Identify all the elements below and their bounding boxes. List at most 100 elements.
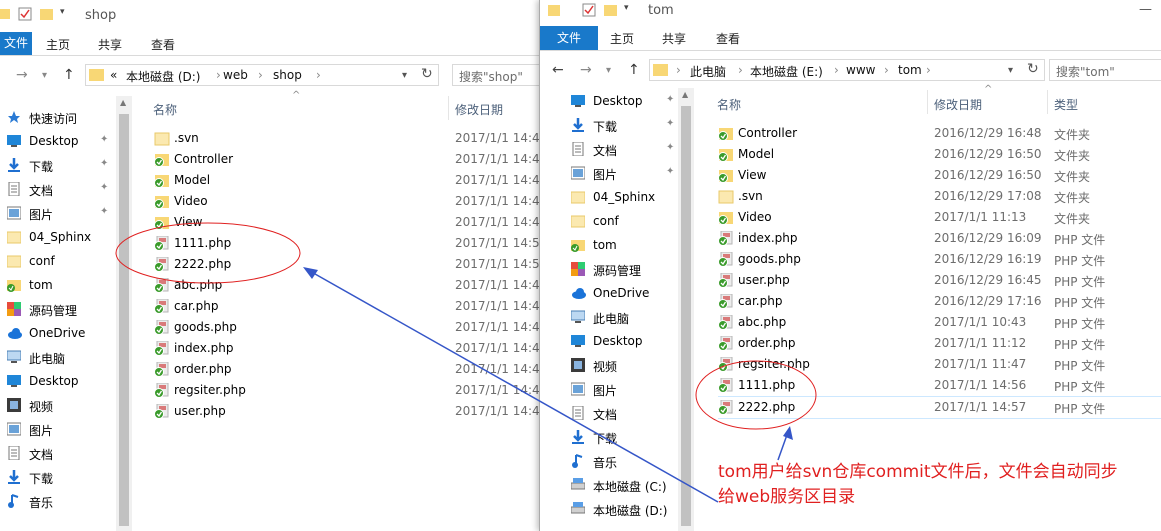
breadcrumb-drive-e[interactable]: 本地磁盘 (E:)	[750, 63, 823, 80]
sidebar-item[interactable]: 图片	[540, 378, 678, 400]
file-row[interactable]: 2222.php 2017/1/1 14:57 PHP 文件	[718, 396, 1161, 419]
sidebar-item[interactable]: 文档	[0, 442, 116, 464]
search-input[interactable]: 搜索"shop"	[452, 64, 540, 86]
breadcrumb-shop[interactable]: shop	[273, 68, 302, 82]
sidebar-item[interactable]: 下载	[0, 466, 116, 488]
sidebar-item[interactable]: 音乐	[540, 450, 678, 472]
quick-access-toolbar-icon[interactable]	[0, 7, 14, 21]
pin-icon[interactable]: ✦	[100, 158, 108, 169]
file-row[interactable]: Video 2017/1/1 11:13 文件夹	[718, 207, 1161, 228]
file-row[interactable]: abc.php 2017/1/1 10:43 PHP 文件	[718, 312, 1161, 333]
sidebar-item[interactable]: tom	[540, 234, 678, 256]
properties-icon[interactable]	[18, 7, 32, 21]
pin-icon[interactable]: ✦	[100, 182, 108, 193]
sidebar-item[interactable]: 视频	[540, 354, 678, 376]
file-row[interactable]: regsiter.php 2017/1/1 14:49	[154, 380, 540, 401]
tab-view[interactable]: 查看	[716, 30, 740, 47]
sidebar-item[interactable]: 文档 ✦	[0, 178, 116, 200]
sidebar-item[interactable]: 下载 ✦	[540, 114, 678, 136]
file-row[interactable]: car.php 2017/1/1 14:49	[154, 296, 540, 317]
sidebar-item[interactable]: 此电脑	[0, 346, 116, 368]
file-row[interactable]: goods.php 2017/1/1 14:49	[154, 317, 540, 338]
sidebar-item[interactable]: OneDrive	[0, 322, 116, 344]
breadcrumb-web[interactable]: web	[223, 68, 248, 82]
address-history-chevron-down-icon[interactable]: ▾	[1008, 65, 1013, 76]
tab-view[interactable]: 查看	[151, 36, 175, 53]
column-header-name[interactable]: 名称	[153, 101, 177, 118]
search-input[interactable]: 搜索"tom"	[1049, 59, 1161, 81]
column-separator[interactable]	[927, 90, 928, 114]
file-row[interactable]: order.php 2017/1/1 14:49	[154, 359, 540, 380]
scrollbar-thumb[interactable]	[119, 114, 129, 526]
sidebar-item[interactable]: Desktop ✦	[540, 90, 678, 112]
pin-icon[interactable]: ✦	[666, 166, 674, 177]
forward-arrow-icon[interactable]: →	[580, 62, 592, 78]
navigation-scrollbar[interactable]: ▲	[678, 88, 694, 531]
sidebar-item[interactable]: 文档	[540, 402, 678, 424]
pin-icon[interactable]: ✦	[100, 206, 108, 217]
customize-toolbar-chevron-down-icon[interactable]: ▾	[60, 7, 74, 21]
file-row[interactable]: car.php 2016/12/29 17:16 PHP 文件	[718, 291, 1161, 312]
sidebar-item[interactable]: Desktop	[540, 330, 678, 352]
sidebar-item[interactable]: 下载	[540, 426, 678, 448]
sidebar-item[interactable]: 源码管理	[0, 298, 116, 320]
breadcrumb-www[interactable]: www	[846, 63, 875, 77]
sidebar-item[interactable]: 快速访问	[0, 106, 116, 128]
tab-home[interactable]: 主页	[610, 30, 634, 47]
quick-access-toolbar-icon[interactable]	[548, 3, 562, 17]
sidebar-item[interactable]: 图片	[0, 418, 116, 440]
file-row[interactable]: 1111.php 2017/1/1 14:56 PHP 文件	[718, 375, 1161, 396]
back-arrow-icon[interactable]: ←	[552, 62, 564, 78]
new-folder-icon[interactable]	[40, 7, 54, 21]
scroll-up-icon[interactable]: ▲	[120, 98, 126, 107]
refresh-icon[interactable]: ↻	[1027, 61, 1039, 77]
tab-share[interactable]: 共享	[662, 30, 686, 47]
sidebar-item[interactable]: 图片 ✦	[540, 162, 678, 184]
file-row[interactable]: View 2016/12/29 16:50 文件夹	[718, 165, 1161, 186]
customize-toolbar-chevron-down-icon[interactable]: ▾	[624, 3, 638, 17]
file-row[interactable]: Model 2016/12/29 16:50 文件夹	[718, 144, 1161, 165]
tab-home[interactable]: 主页	[46, 36, 70, 53]
sidebar-item[interactable]: conf	[0, 250, 116, 272]
minimize-icon[interactable]: —	[1139, 2, 1152, 17]
recent-locations-chevron-down-icon[interactable]: ▾	[606, 65, 611, 76]
file-row[interactable]: abc.php 2017/1/1 14:49	[154, 275, 540, 296]
address-history-chevron-down-icon[interactable]: ▾	[402, 70, 407, 81]
column-header-type[interactable]: 类型	[1054, 96, 1078, 113]
scrollbar-thumb[interactable]	[681, 106, 691, 526]
sidebar-item[interactable]: conf	[540, 210, 678, 232]
refresh-icon[interactable]: ↻	[421, 66, 433, 82]
up-arrow-icon[interactable]: ↑	[63, 67, 75, 83]
tab-file[interactable]: 文件	[0, 32, 32, 55]
sidebar-item[interactable]: 04_Sphinx	[540, 186, 678, 208]
sidebar-item[interactable]: Desktop ✦	[0, 130, 116, 152]
file-row[interactable]: Controller 2016/12/29 16:48 文件夹	[718, 123, 1161, 144]
sidebar-item[interactable]: 此电脑	[540, 306, 678, 328]
new-folder-icon[interactable]	[604, 3, 618, 17]
pin-icon[interactable]: ✦	[666, 142, 674, 153]
file-row[interactable]: user.php 2016/12/29 16:45 PHP 文件	[718, 270, 1161, 291]
sidebar-item[interactable]: OneDrive	[540, 282, 678, 304]
navigation-scrollbar[interactable]: ▲	[116, 96, 132, 531]
address-bar[interactable]: › 此电脑 › 本地磁盘 (E:) › www › tom › ▾ ↻	[649, 59, 1045, 81]
file-row[interactable]: user.php 2017/1/1 14:49	[154, 401, 540, 422]
sidebar-item[interactable]: 本地磁盘 (D:)	[540, 498, 678, 520]
properties-icon[interactable]	[582, 3, 596, 17]
pin-icon[interactable]: ✦	[100, 134, 108, 145]
sidebar-item[interactable]: 图片 ✦	[0, 202, 116, 224]
file-row[interactable]: Video 2017/1/1 14:49	[154, 191, 540, 212]
forward-arrow-icon[interactable]: →	[16, 67, 28, 83]
pin-icon[interactable]: ✦	[666, 118, 674, 129]
column-header-date[interactable]: 修改日期	[934, 96, 982, 113]
file-row[interactable]: .svn 2017/1/1 14:49	[154, 128, 540, 149]
up-arrow-icon[interactable]: ↑	[628, 62, 640, 78]
sidebar-item[interactable]: 本地磁盘 (C:)	[540, 474, 678, 496]
file-row[interactable]: index.php 2017/1/1 14:49	[154, 338, 540, 359]
sidebar-item[interactable]: Desktop	[0, 370, 116, 392]
file-row[interactable]: .svn 2016/12/29 17:08 文件夹	[718, 186, 1161, 207]
pin-icon[interactable]: ✦	[666, 94, 674, 105]
sidebar-item[interactable]: tom	[0, 274, 116, 296]
scroll-up-icon[interactable]: ▲	[682, 90, 688, 99]
sidebar-item[interactable]: 源码管理	[540, 258, 678, 280]
sidebar-item[interactable]: 文档 ✦	[540, 138, 678, 160]
